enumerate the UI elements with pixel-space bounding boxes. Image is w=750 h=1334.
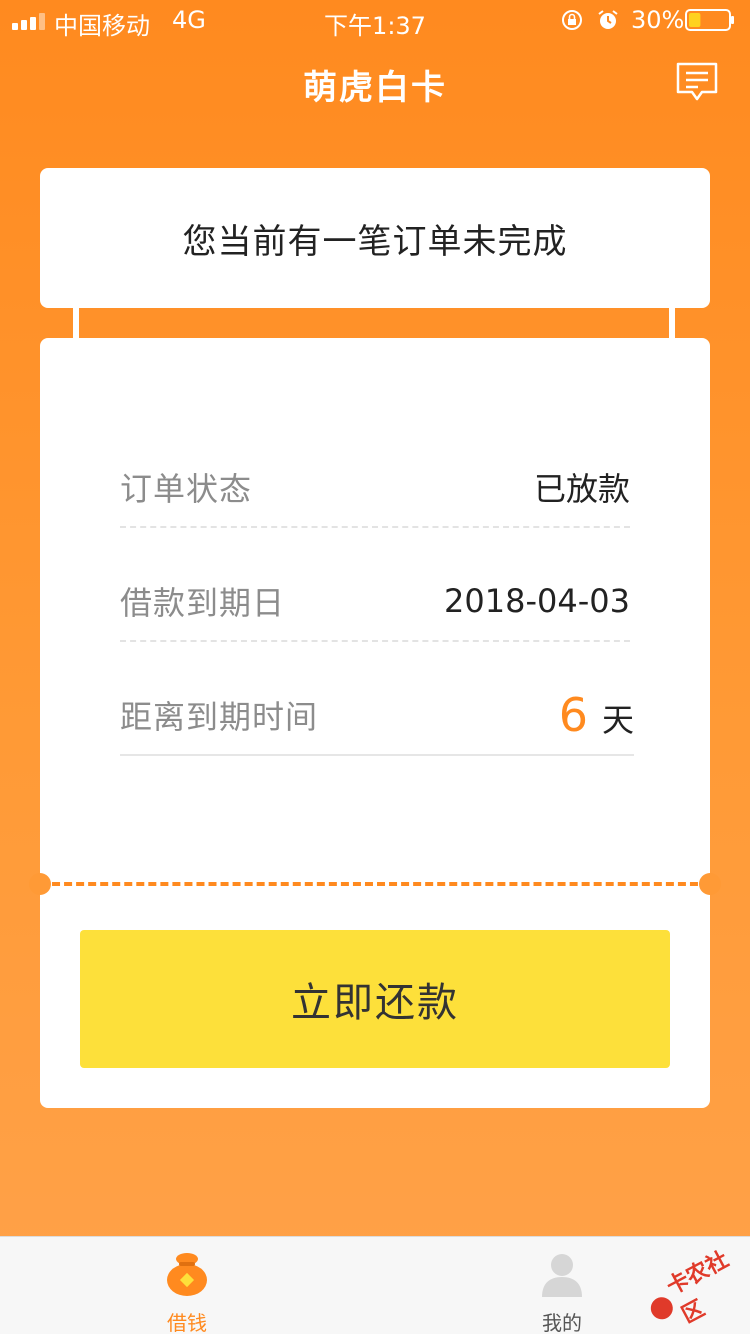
status-bar: 中国移动 4G 下午1:37 30% <box>0 0 750 40</box>
tab-borrow-label: 借钱 <box>167 1311 207 1334</box>
battery-icon <box>685 9 734 31</box>
remaining-time-label: 距离到期时间 <box>120 698 319 736</box>
card-notch-left <box>29 873 51 895</box>
tear-line <box>40 882 710 886</box>
money-bag-icon <box>167 1253 207 1296</box>
user-icon <box>542 1254 582 1297</box>
rotation-lock-icon <box>562 10 582 30</box>
order-status-row: 订单状态 已放款 <box>120 448 630 528</box>
remaining-unit: 天 <box>601 701 634 739</box>
due-date-value: 2018-04-03 <box>444 582 630 620</box>
due-date-row: 借款到期日 2018-04-03 <box>120 562 630 642</box>
tab-mine[interactable]: 我的 <box>462 1237 662 1334</box>
order-status-value: 已放款 <box>533 470 630 508</box>
alarm-icon <box>598 10 618 29</box>
due-date-label: 借款到期日 <box>120 584 286 622</box>
battery-percent: 30% <box>631 6 685 34</box>
remaining-time-row: 距离到期时间 6 天 <box>120 676 634 756</box>
notice-card: 您当前有一笔订单未完成 <box>40 168 710 308</box>
order-status-label: 订单状态 <box>120 470 253 508</box>
order-card: 订单状态 已放款 借款到期日 2018-04-03 距离到期时间 6 天 立即还… <box>29 338 721 1108</box>
notice-text: 您当前有一笔订单未完成 <box>182 221 568 262</box>
message-button[interactable] <box>674 60 720 106</box>
repay-now-button[interactable]: 立即还款 <box>80 930 670 1068</box>
remaining-days: 6 <box>558 688 588 742</box>
hanger-ring <box>665 280 679 296</box>
page-title: 萌虎白卡 <box>303 68 447 108</box>
message-icon <box>676 62 718 101</box>
card-notch-right <box>699 873 721 895</box>
tab-borrow[interactable]: 借钱 <box>87 1237 287 1334</box>
tab-mine-label: 我的 <box>542 1311 582 1334</box>
remaining-time-value: 6 天 <box>559 688 634 742</box>
hanger-ring <box>69 280 83 296</box>
